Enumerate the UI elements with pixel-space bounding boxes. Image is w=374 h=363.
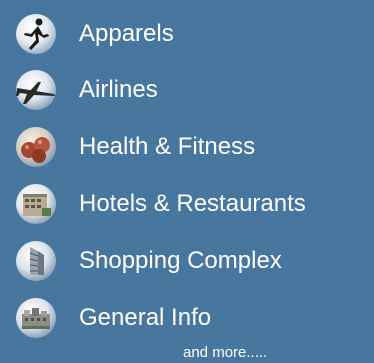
- menu-item-airlines[interactable]: Airlines: [14, 68, 158, 112]
- shopping-building-icon: [14, 239, 62, 283]
- menu-item-shopping-complex[interactable]: Shopping Complex: [14, 239, 282, 283]
- runner-icon: [14, 12, 62, 56]
- menu-item-general-info[interactable]: General Info: [14, 296, 211, 340]
- menu-item-label: Shopping Complex: [79, 247, 282, 274]
- menu-item-label: Apparels: [79, 20, 174, 47]
- menu-item-label: General Info: [79, 304, 212, 331]
- airplane-icon: [14, 68, 62, 112]
- more-link[interactable]: and more.....: [183, 345, 267, 360]
- category-menu: Apparels Airlines Health & Fitness Hotel…: [0, 0, 374, 363]
- menu-item-hotels-restaurants[interactable]: Hotels & Restaurants: [14, 182, 306, 226]
- apples-icon: [14, 125, 62, 169]
- menu-item-label: Health & Fitness: [79, 133, 256, 160]
- menu-item-apparels[interactable]: Apparels: [14, 12, 174, 56]
- menu-item-label: Airlines: [79, 76, 158, 103]
- menu-item-health-fitness[interactable]: Health & Fitness: [14, 125, 255, 169]
- hotel-building-icon: [14, 182, 62, 226]
- menu-item-label: Hotels & Restaurants: [79, 190, 306, 217]
- general-info-icon: [14, 296, 62, 340]
